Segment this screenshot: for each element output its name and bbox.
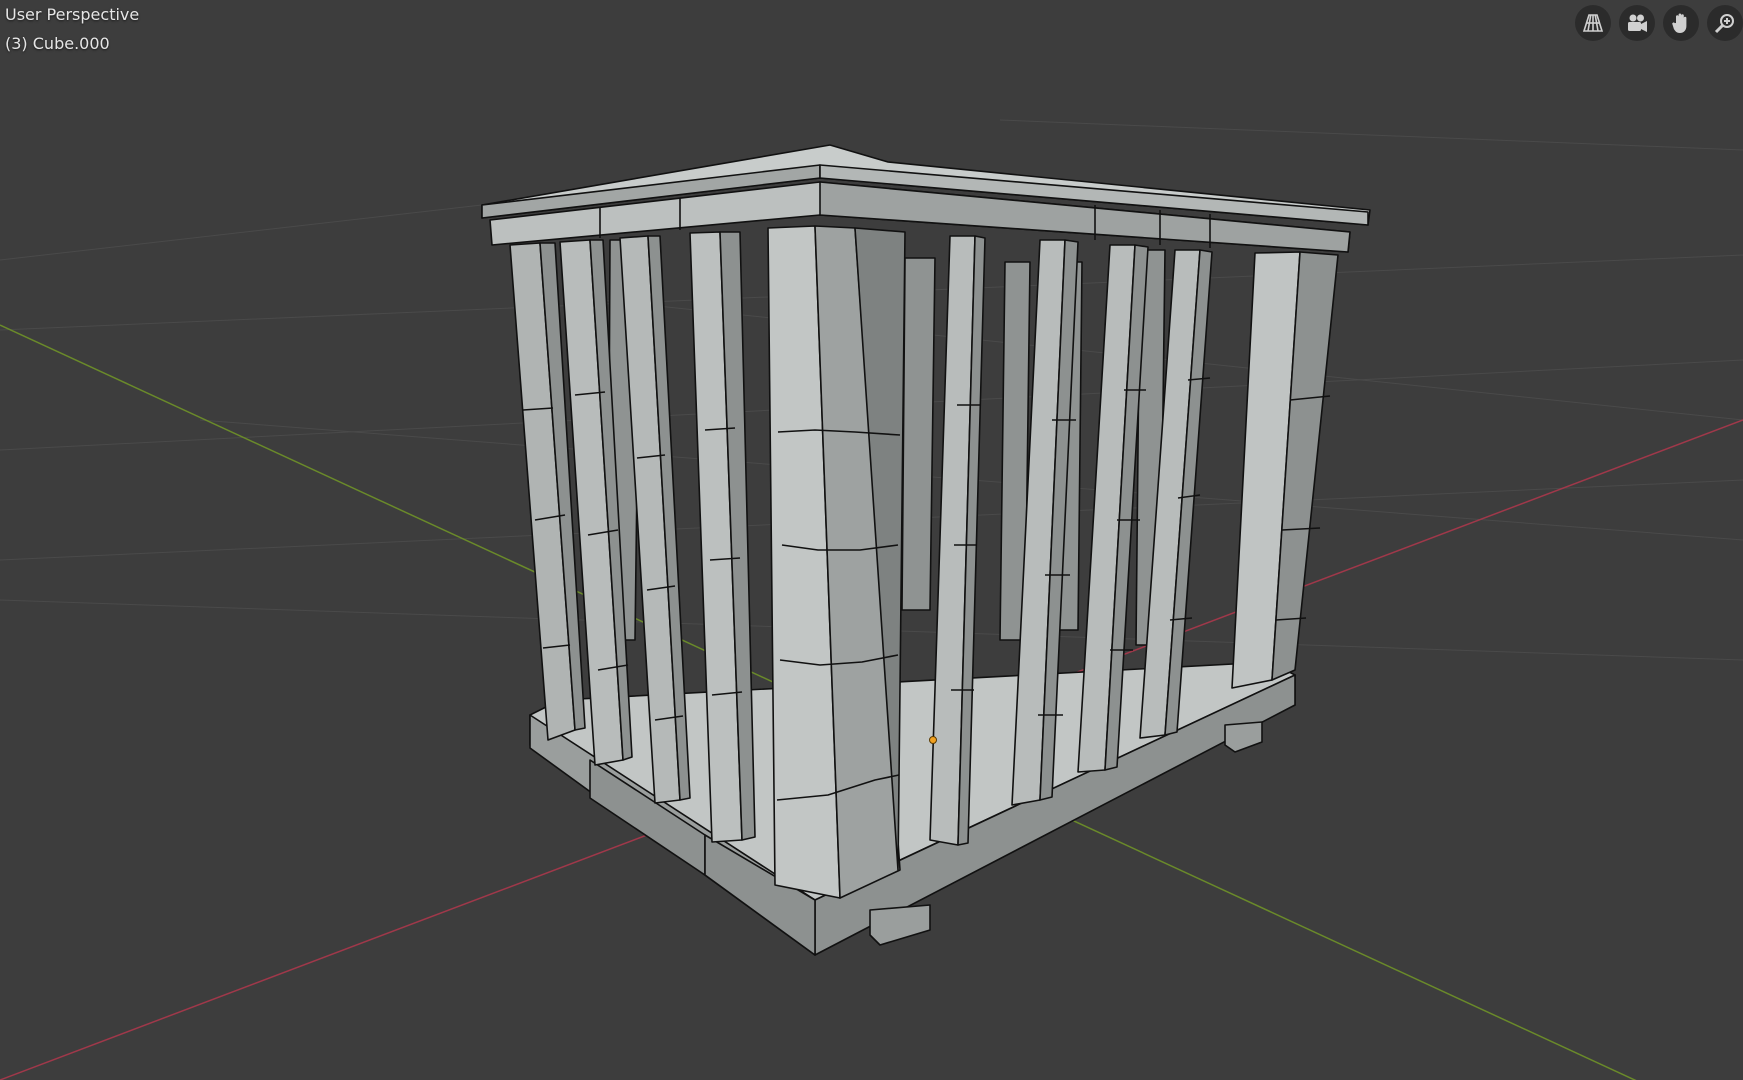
3d-viewport[interactable]: User Perspective (3) Cube.000 (0, 0, 1743, 1080)
camera-icon (1628, 14, 1647, 32)
cage-mesh[interactable] (481, 144, 1371, 956)
navigation-gizmo-bar (1575, 5, 1743, 41)
grid-line (999, 119, 1743, 151)
bar-10 (1231, 251, 1339, 689)
active-object-label: (3) Cube.000 (5, 34, 110, 53)
grid-perspective-icon (1582, 14, 1604, 32)
object-origin (929, 736, 937, 744)
toggle-perspective-button[interactable] (1575, 5, 1611, 41)
pan-view-button[interactable] (1663, 5, 1699, 41)
scene-canvas[interactable] (0, 0, 1743, 1080)
view-name-label: User Perspective (5, 5, 140, 24)
base-platform (529, 661, 1296, 956)
roof-slab (481, 144, 1371, 253)
zoom-view-button[interactable] (1707, 5, 1743, 41)
zoom-icon (1714, 14, 1734, 34)
bar-5-thick (767, 225, 906, 899)
hand-icon (1672, 13, 1687, 33)
camera-view-button[interactable] (1619, 5, 1655, 41)
